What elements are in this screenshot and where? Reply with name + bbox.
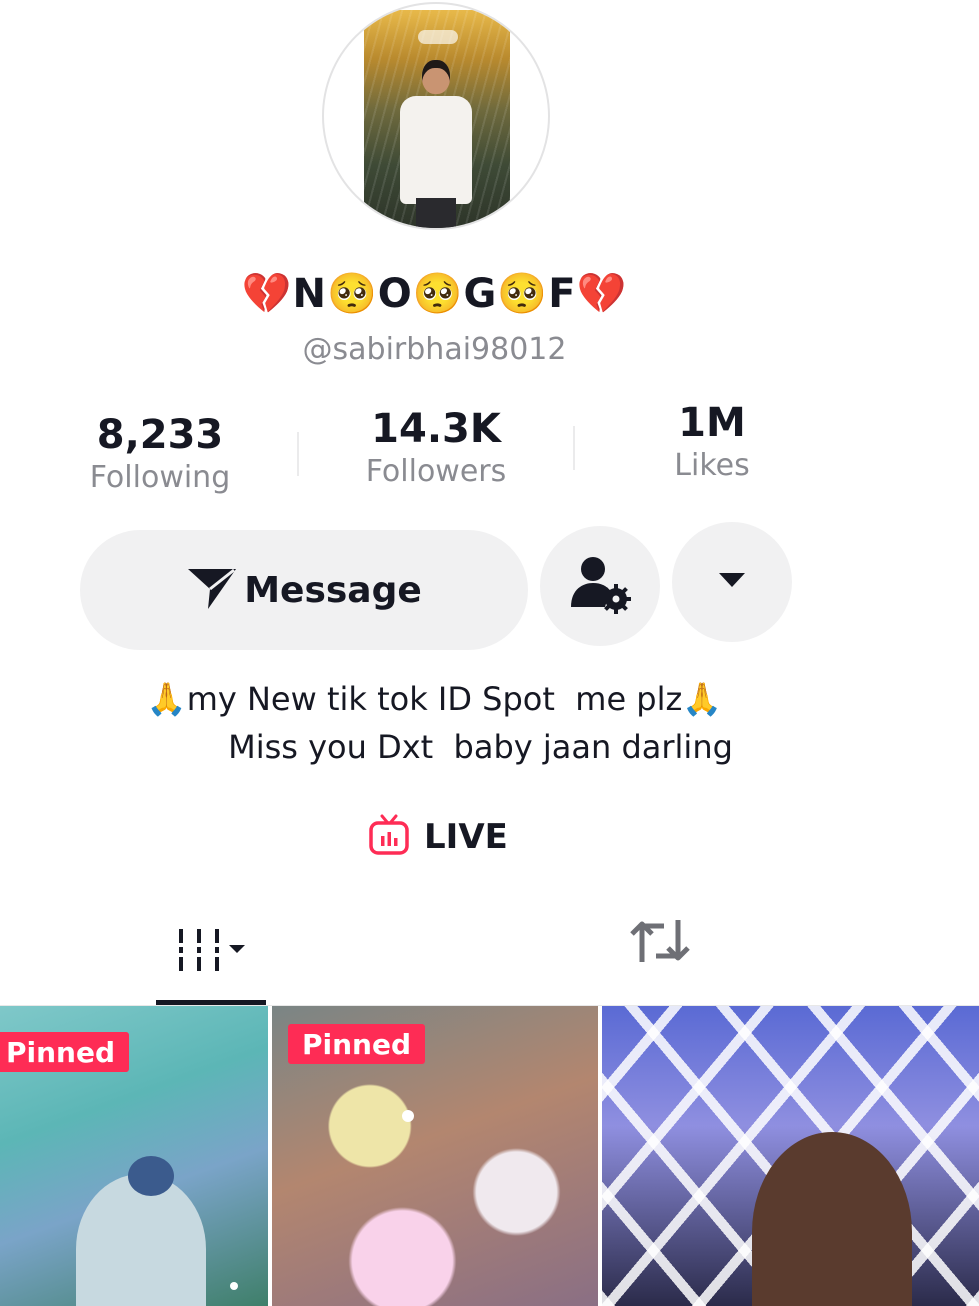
tab-reposts[interactable] <box>610 908 710 978</box>
followers-count: 14.3K <box>371 406 501 452</box>
tab-videos[interactable] <box>156 918 266 988</box>
repost-icon <box>630 914 690 972</box>
avatar-logo-watermark <box>418 30 458 44</box>
stat-followers[interactable]: 14.3K Followers <box>336 406 536 489</box>
stat-following[interactable]: 8,233 Following <box>60 412 260 495</box>
stats-divider <box>573 426 575 470</box>
stat-likes[interactable]: 1M Likes <box>612 400 812 483</box>
friend-settings-button[interactable] <box>540 526 660 646</box>
video-grid: Pinned Pinned <box>0 1006 979 1306</box>
video-dot <box>402 1110 414 1122</box>
live-link[interactable]: LIVE <box>368 812 508 862</box>
video-figure-head <box>128 1156 174 1196</box>
live-label: LIVE <box>424 817 508 857</box>
grid-icon <box>171 923 251 983</box>
profile-avatar[interactable] <box>322 2 550 230</box>
caret-down-icon <box>717 571 747 593</box>
send-icon <box>186 565 238 615</box>
avatar-person-head <box>422 60 450 94</box>
avatar-person-legs <box>416 198 456 228</box>
more-options-button[interactable] <box>672 522 792 642</box>
bio-line-1: 🙏my New tik tok ID Spot me plz🙏 <box>146 680 723 718</box>
live-tv-icon <box>368 814 410 860</box>
pinned-badge: Pinned <box>288 1024 426 1064</box>
video-thumbnail[interactable]: Pinned <box>272 1006 598 1306</box>
username: @sabirbhai98012 <box>302 332 567 367</box>
bio-line-2: Miss you Dxt baby jaan darling <box>228 728 733 766</box>
stats-divider <box>297 432 299 476</box>
likes-label: Likes <box>674 448 750 483</box>
display-name: 💔N🥺O🥺G🥺F💔 <box>241 271 628 317</box>
avatar-photo <box>364 10 510 228</box>
video-dot <box>230 1282 238 1290</box>
following-count: 8,233 <box>96 412 224 458</box>
pinned-badge: Pinned <box>0 1032 130 1072</box>
message-button[interactable]: Message <box>80 530 528 650</box>
message-label: Message <box>244 569 422 611</box>
followers-label: Followers <box>365 454 507 489</box>
video-figure <box>752 1132 912 1306</box>
following-label: Following <box>89 460 231 495</box>
video-thumbnail[interactable] <box>602 1006 979 1306</box>
user-gear-icon <box>569 553 631 619</box>
video-thumbnail[interactable]: Pinned <box>0 1006 268 1306</box>
avatar-person-body <box>400 96 472 204</box>
likes-count: 1M <box>678 400 746 446</box>
